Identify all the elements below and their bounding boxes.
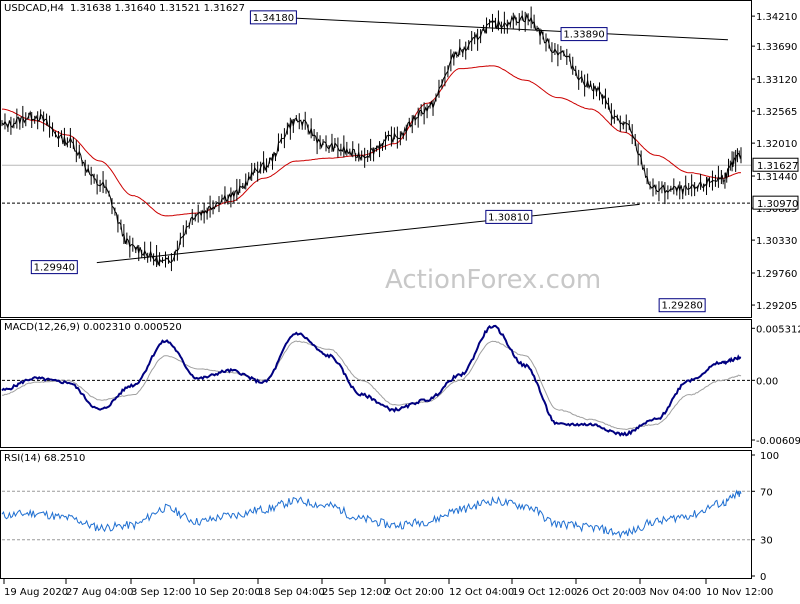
rsi-y-tick-label: 70	[760, 487, 773, 498]
rsi-y-tick-label: 100	[760, 451, 779, 462]
x-tick-label: 19 Aug 2020	[4, 587, 68, 598]
macd-y-tick-label: 0.00	[756, 376, 778, 387]
x-tick-label: 2 Oct 20:00	[385, 587, 444, 598]
x-tick-label: 12 Oct 04:00	[449, 587, 514, 598]
price-annotation-label: 1.29280	[661, 301, 702, 312]
price-y-tick-label: 1.29760	[756, 269, 797, 280]
rsi-title: RSI(14) 68.2510	[4, 453, 85, 464]
price-header-symbol: USDCAD,H4	[4, 3, 64, 14]
price-annotation-label: 1.29940	[34, 263, 75, 274]
rsi-y-tick-label: 30	[760, 536, 773, 547]
x-tick-label: 3 Sep 12:00	[131, 587, 191, 598]
forex-chart: USDCAD,H4 1.31638 1.31640 1.31521 1.3162…	[0, 0, 800, 598]
x-tick-label: 19 Oct 12:00	[512, 587, 577, 598]
x-tick-label: 10 Sep 20:00	[194, 587, 261, 598]
price-annotation-label: 1.33890	[563, 30, 604, 41]
x-tick-label: 10 Nov 12:00	[706, 587, 773, 598]
x-axis: 19 Aug 202027 Aug 04:003 Sep 12:00 10 Sep…	[3, 579, 773, 598]
price-panel-frame	[0, 0, 752, 318]
price-y-tick-label: 1.32565	[756, 107, 797, 118]
x-tick-label: 3 Nov 04:00	[640, 587, 701, 598]
rsi-panel-frame	[0, 450, 752, 579]
x-tick-label: 26 Oct 20:00	[576, 587, 641, 598]
price-y-tick-label: 1.33120	[756, 75, 797, 86]
x-tick-label: 27 Aug 04:00	[66, 587, 133, 598]
x-tick-label: 18 Sep 04:00	[258, 587, 325, 598]
price-annotation-label: 1.30810	[488, 212, 529, 223]
price-y-tick-label: 1.31440	[756, 172, 797, 183]
price-annotation-label: 1.34180	[253, 13, 294, 24]
reference-level-label: 1.30970	[757, 199, 798, 210]
x-tick-label: 25 Sep 12:00	[322, 587, 389, 598]
price-y-tick-label: 1.30330	[756, 236, 797, 247]
price-y-tick-label: 1.33690	[756, 42, 797, 53]
chart-root: USDCAD,H4 1.31638 1.31640 1.31521 1.3162…	[0, 0, 800, 600]
current-price-label: 1.31627	[757, 161, 798, 172]
watermark: ActionForex.com	[385, 265, 601, 295]
macd-title: MACD(12,26,9) 0.002310 0.000520	[4, 322, 182, 333]
price-y-tick-label: 1.32010	[756, 139, 797, 150]
price-y-tick-label: 1.29205	[756, 301, 797, 312]
price-y-tick-label: 1.34210	[756, 12, 797, 23]
rsi-y-tick-label: 0	[760, 572, 766, 583]
price-header-ohlc: 1.31638 1.31640 1.31521 1.31627	[70, 3, 245, 14]
macd-y-tick-label: -0.006092	[756, 436, 800, 447]
macd-y-tick-label: 0.005312	[756, 324, 800, 335]
